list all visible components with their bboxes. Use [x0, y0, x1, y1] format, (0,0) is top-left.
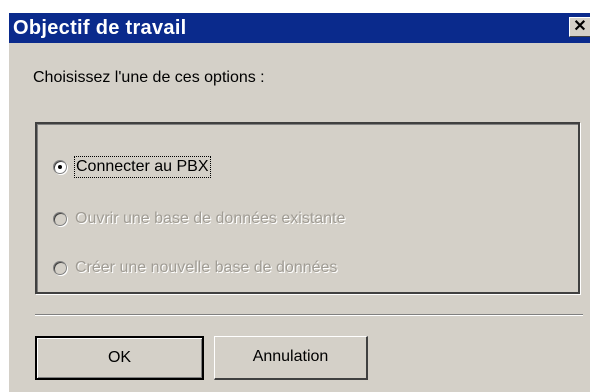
close-icon[interactable]: ✕	[569, 17, 590, 37]
title-bar[interactable]: Objectif de travail ✕	[9, 13, 590, 43]
radio-unselected-icon	[53, 212, 67, 226]
ok-button[interactable]: OK	[35, 336, 204, 380]
radio-dot	[58, 165, 62, 169]
option-label: Connecter au PBX	[74, 156, 211, 178]
option-label: Créer une nouvelle base de données	[75, 259, 338, 276]
radio-selected-icon[interactable]	[53, 160, 67, 174]
separator	[35, 314, 583, 316]
cancel-button[interactable]: Annulation	[214, 336, 368, 380]
option-label: Ouvrir une base de données existante	[75, 210, 346, 227]
prompt-text: Choisissez l'une de ces options :	[33, 69, 265, 86]
dialog-title: Objectif de travail	[13, 17, 187, 39]
radio-unselected-icon	[53, 261, 67, 275]
objective-dialog: Objectif de travail ✕ Choisissez l'une d…	[8, 12, 590, 392]
